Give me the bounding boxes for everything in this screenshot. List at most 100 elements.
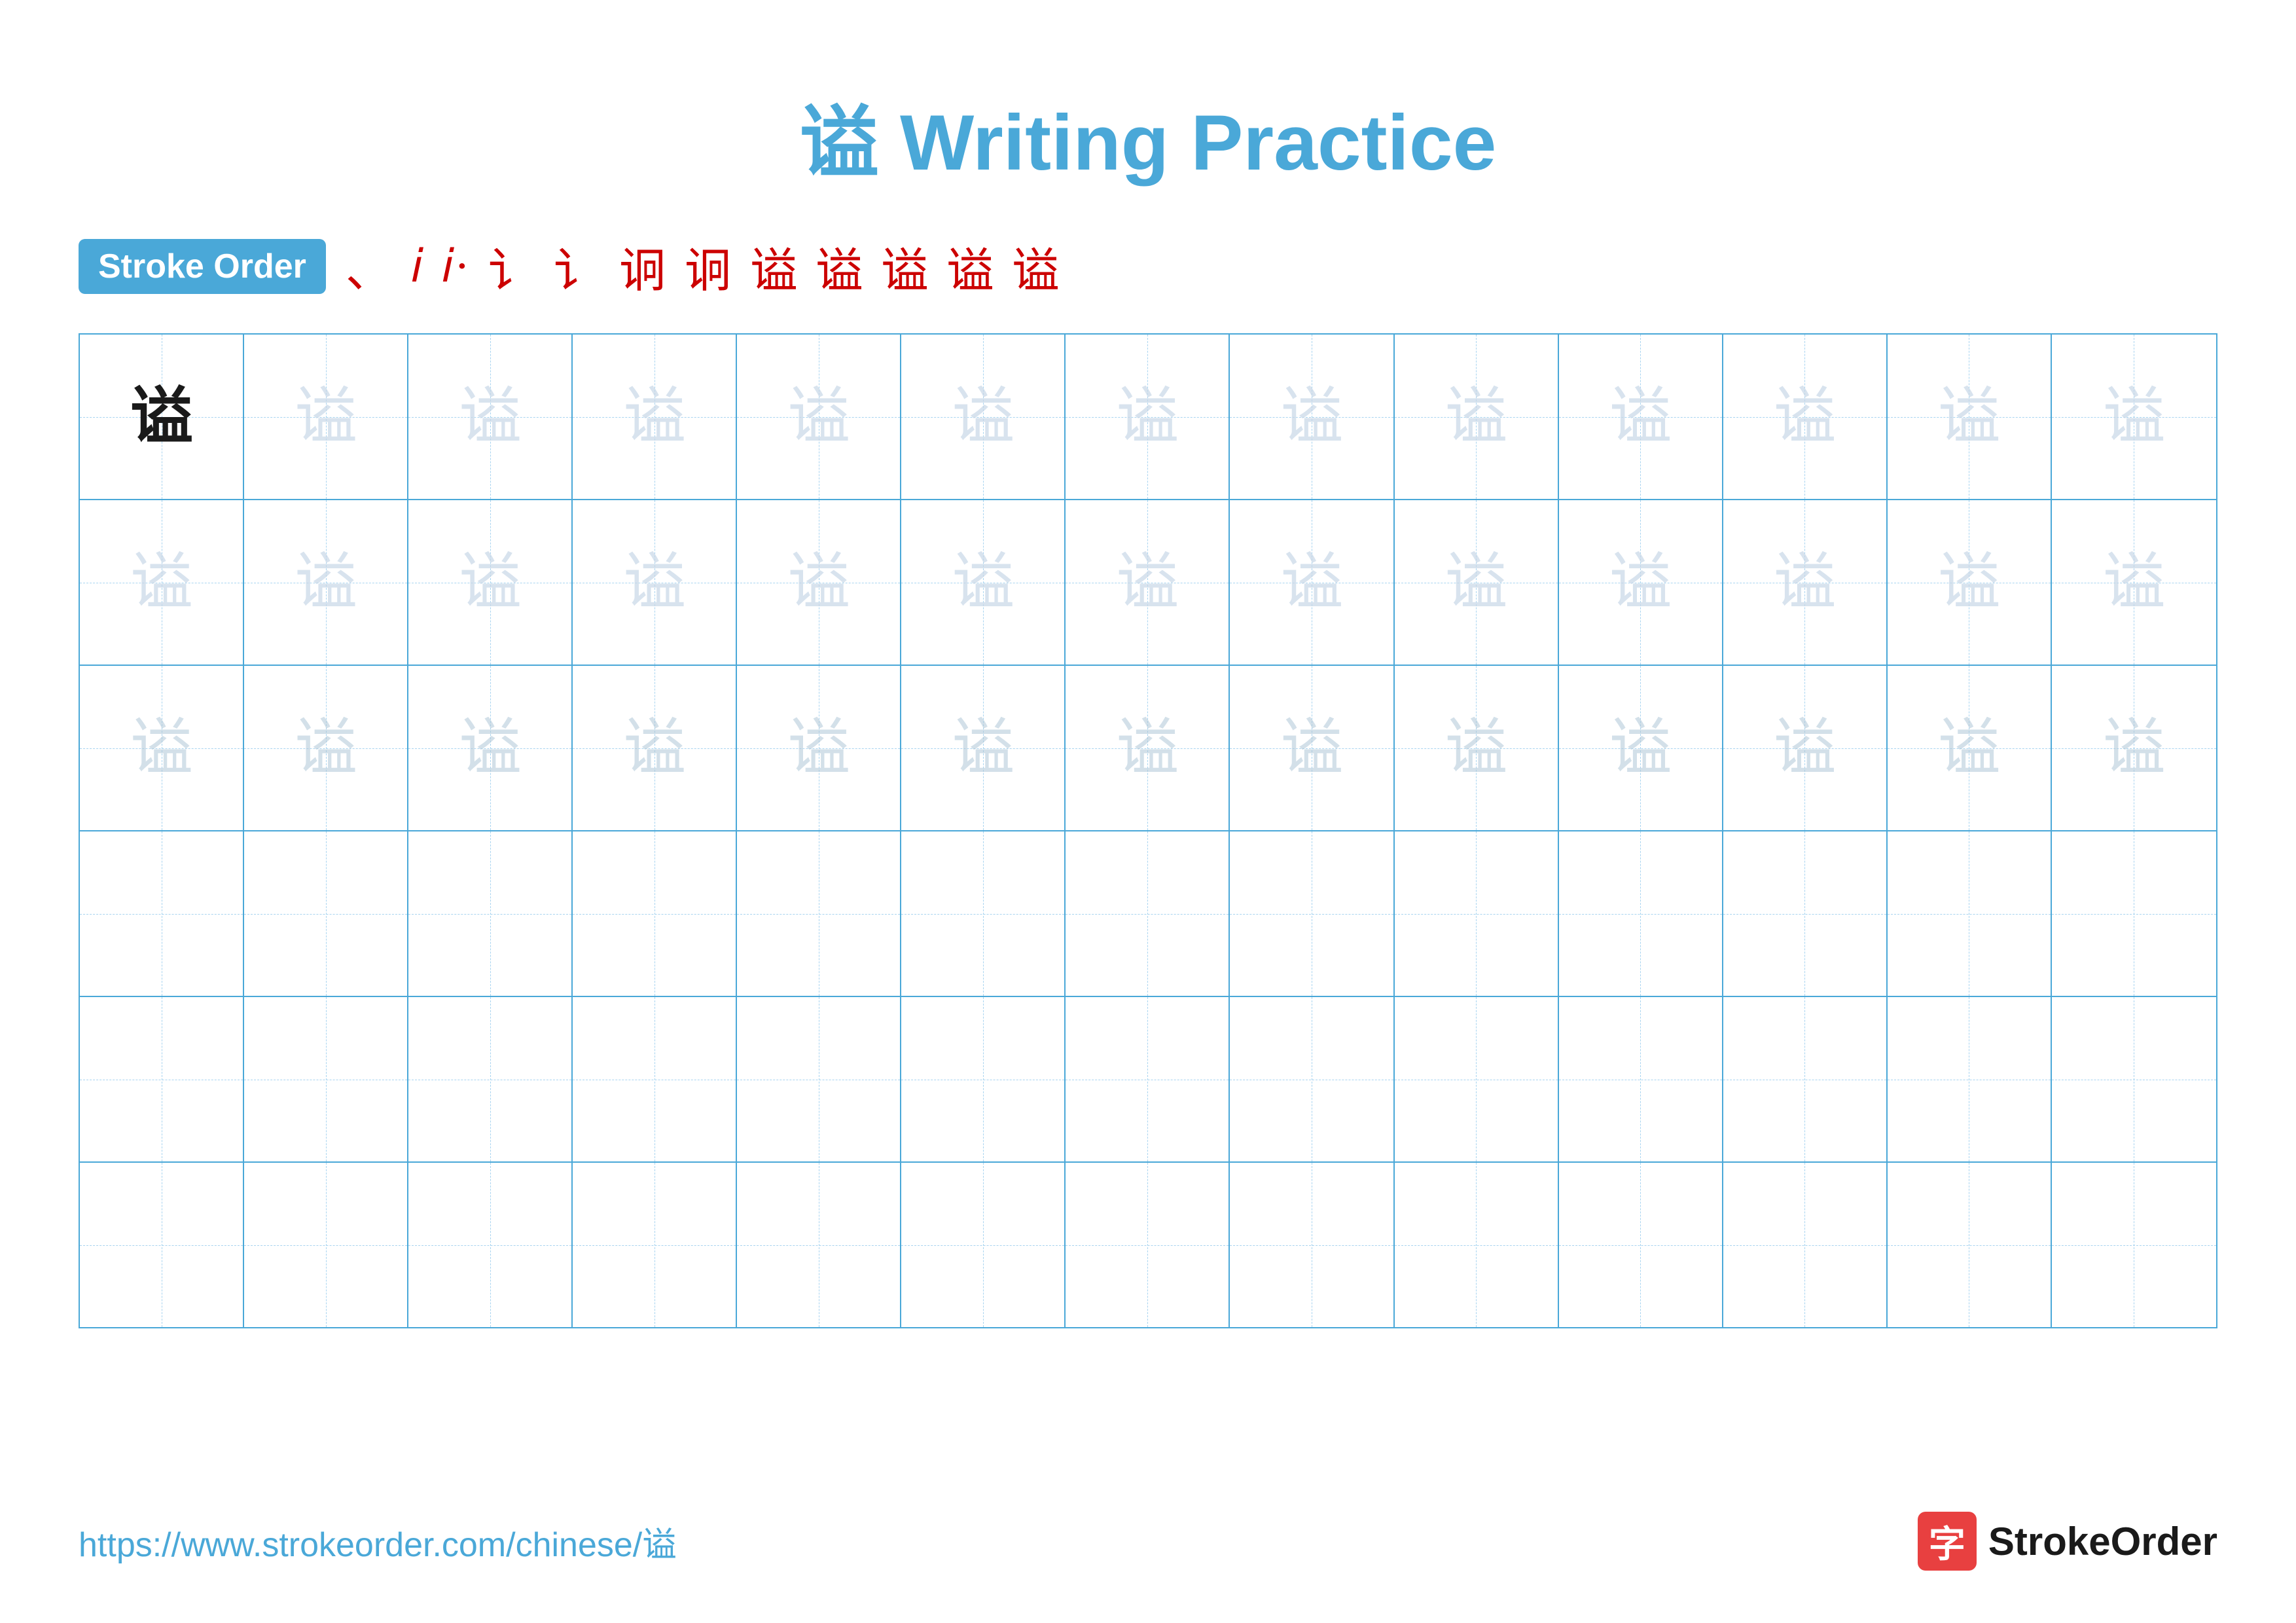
grid-cell[interactable]: 谥 [80, 500, 244, 665]
character-trace: 谥 [623, 386, 685, 448]
stroke-6: 诇 [619, 232, 666, 301]
grid-cell[interactable] [1066, 831, 1230, 996]
grid-cell[interactable] [1066, 997, 1230, 1161]
character-trace: 谥 [787, 386, 850, 448]
character-trace: 谥 [1116, 551, 1178, 613]
grid-cell[interactable]: 谥 [737, 335, 901, 499]
grid-cell[interactable] [901, 1163, 1066, 1327]
grid-cell[interactable] [244, 831, 408, 996]
grid-cell[interactable]: 谥 [1723, 666, 1888, 830]
grid-row-6 [80, 1163, 2216, 1327]
character-trace: 谥 [952, 717, 1014, 779]
grid-cell[interactable]: 谥 [2052, 666, 2216, 830]
grid-cell[interactable] [1888, 1163, 2052, 1327]
grid-cell[interactable]: 谥 [1395, 500, 1559, 665]
grid-cell[interactable] [1559, 997, 1723, 1161]
grid-cell[interactable]: 谥 [1066, 500, 1230, 665]
grid-cell[interactable]: 谥 [573, 335, 737, 499]
grid-cell[interactable]: 谥 [901, 666, 1066, 830]
grid-cell[interactable] [1066, 1163, 1230, 1327]
grid-cell[interactable] [573, 1163, 737, 1327]
character-trace: 谥 [1445, 386, 1507, 448]
stroke-2: 𝑖 [411, 239, 423, 294]
character-trace: 谥 [1938, 551, 2000, 613]
grid-cell[interactable]: 谥 [408, 666, 573, 830]
grid-cell[interactable] [408, 997, 573, 1161]
grid-cell[interactable]: 谥 [1395, 335, 1559, 499]
grid-cell[interactable] [1723, 1163, 1888, 1327]
character-solid: 谥 [130, 386, 192, 448]
grid-cell[interactable] [244, 1163, 408, 1327]
grid-cell[interactable] [1395, 831, 1559, 996]
grid-cell[interactable] [1559, 831, 1723, 996]
grid-cell[interactable] [80, 1163, 244, 1327]
grid-row-1: 谥 谥 谥 谥 谥 谥 谥 谥 谥 谥 谥 谥 谥 [80, 335, 2216, 500]
grid-cell[interactable] [573, 997, 737, 1161]
grid-cell[interactable]: 谥 [1230, 500, 1394, 665]
grid-cell[interactable] [408, 1163, 573, 1327]
grid-cell[interactable] [244, 997, 408, 1161]
grid-cell[interactable]: 谥 [244, 500, 408, 665]
grid-cell[interactable]: 谥 [1230, 335, 1394, 499]
grid-cell[interactable]: 谥 [573, 666, 737, 830]
grid-cell[interactable]: 谥 [1723, 500, 1888, 665]
grid-cell[interactable]: 谥 [244, 666, 408, 830]
grid-cell[interactable]: 谥 [80, 666, 244, 830]
grid-cell[interactable]: 谥 [1888, 335, 2052, 499]
character-trace: 谥 [1609, 717, 1672, 779]
grid-cell[interactable] [80, 997, 244, 1161]
grid-cell[interactable] [1230, 997, 1394, 1161]
grid-cell[interactable] [1230, 831, 1394, 996]
grid-cell[interactable] [737, 1163, 901, 1327]
grid-cell[interactable]: 谥 [1888, 500, 2052, 665]
grid-cell[interactable]: 谥 [408, 500, 573, 665]
grid-cell[interactable] [1888, 997, 2052, 1161]
character-trace: 谥 [1609, 386, 1672, 448]
grid-cell[interactable] [737, 831, 901, 996]
grid-cell[interactable]: 谥 [80, 335, 244, 499]
grid-cell[interactable]: 谥 [737, 500, 901, 665]
grid-cell[interactable] [2052, 831, 2216, 996]
footer: https://www.strokeorder.com/chinese/谥 字 … [79, 1512, 2217, 1571]
grid-cell[interactable]: 谥 [1888, 666, 2052, 830]
grid-cell[interactable]: 谥 [737, 666, 901, 830]
grid-cell[interactable]: 谥 [573, 500, 737, 665]
character-trace: 谥 [1938, 717, 2000, 779]
grid-cell[interactable]: 谥 [901, 500, 1066, 665]
grid-cell[interactable] [1559, 1163, 1723, 1327]
grid-cell[interactable]: 谥 [1559, 335, 1723, 499]
grid-cell[interactable] [2052, 1163, 2216, 1327]
grid-cell[interactable] [901, 831, 1066, 996]
grid-cell[interactable] [1395, 1163, 1559, 1327]
grid-cell[interactable] [1723, 831, 1888, 996]
grid-cell[interactable]: 谥 [1230, 666, 1394, 830]
grid-cell[interactable] [901, 997, 1066, 1161]
stroke-sequence: 、 𝑖 𝑖· 讠 讠 诇 诇 谥 谥 谥 谥 谥 [346, 232, 1059, 301]
grid-cell[interactable]: 谥 [901, 335, 1066, 499]
grid-cell[interactable] [1723, 997, 1888, 1161]
grid-cell[interactable] [573, 831, 737, 996]
footer-url[interactable]: https://www.strokeorder.com/chinese/谥 [79, 1517, 676, 1566]
grid-cell[interactable] [1888, 831, 2052, 996]
grid-cell[interactable] [408, 831, 573, 996]
grid-row-2: 谥 谥 谥 谥 谥 谥 谥 谥 谥 谥 谥 谥 谥 [80, 500, 2216, 666]
grid-cell[interactable]: 谥 [1395, 666, 1559, 830]
grid-cell[interactable] [737, 997, 901, 1161]
grid-cell[interactable] [1395, 997, 1559, 1161]
grid-cell[interactable]: 谥 [1559, 666, 1723, 830]
grid-cell[interactable]: 谥 [1066, 666, 1230, 830]
stroke-1: 、 [346, 232, 393, 301]
grid-cell[interactable]: 谥 [1559, 500, 1723, 665]
grid-cell[interactable] [80, 831, 244, 996]
grid-cell[interactable]: 谥 [244, 335, 408, 499]
grid-cell[interactable]: 谥 [408, 335, 573, 499]
grid-cell[interactable]: 谥 [1723, 335, 1888, 499]
character-trace: 谥 [1280, 386, 1342, 448]
character-trace: 谥 [787, 717, 850, 779]
grid-cell[interactable]: 谥 [2052, 335, 2216, 499]
grid-cell[interactable] [2052, 997, 2216, 1161]
grid-cell[interactable] [1230, 1163, 1394, 1327]
grid-cell[interactable]: 谥 [1066, 335, 1230, 499]
grid-cell[interactable]: 谥 [2052, 500, 2216, 665]
character-trace: 谥 [2103, 717, 2165, 779]
